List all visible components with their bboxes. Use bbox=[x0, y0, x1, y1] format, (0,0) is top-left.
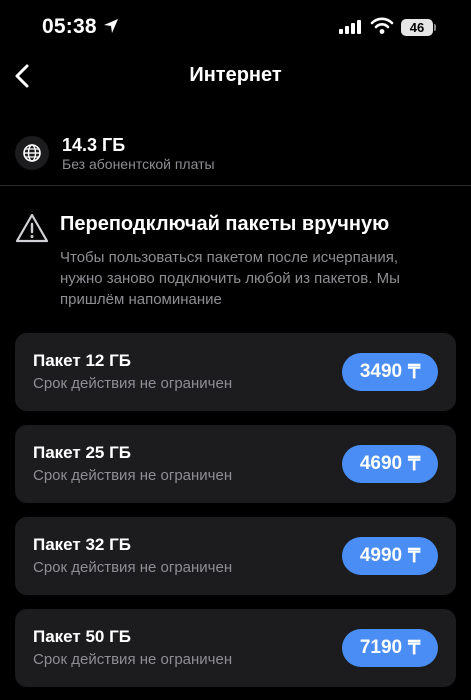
divider bbox=[0, 185, 471, 186]
price-value: 7190 bbox=[359, 637, 403, 658]
price-value: 4690 bbox=[359, 453, 403, 474]
plan-amount: 14.3 ГБ bbox=[62, 135, 126, 155]
package-title: Пакет 12 ГБ bbox=[33, 351, 131, 370]
package-subtitle: Срок действия не ограничен bbox=[33, 375, 233, 392]
price-button[interactable]: 4990 ₸ bbox=[342, 537, 438, 575]
plan-subtitle: Без абонентской платы bbox=[62, 156, 215, 172]
package-subtitle: Срок действия не ограничен bbox=[33, 467, 233, 484]
status-time: 05:38 bbox=[42, 15, 97, 38]
currency-symbol: ₸ bbox=[408, 545, 421, 567]
package-card-32gb[interactable]: Пакет 32 ГБ Срок действия не ограничен 4… bbox=[15, 517, 456, 595]
currency-symbol: ₸ bbox=[408, 361, 421, 383]
battery-indicator: 46 bbox=[401, 19, 433, 36]
price-value: 3490 bbox=[359, 361, 403, 382]
cellular-signal-icon bbox=[339, 20, 363, 40]
currency-symbol: ₸ bbox=[408, 453, 421, 475]
globe-icon bbox=[15, 136, 49, 170]
package-subtitle: Срок действия не ограничен bbox=[33, 651, 233, 668]
price-value: 4990 bbox=[359, 545, 403, 566]
price-button[interactable]: 3490 ₸ bbox=[342, 353, 438, 391]
plan-summary: 14.3 ГБ Без абонентской платы bbox=[0, 130, 471, 186]
package-card-12gb[interactable]: Пакет 12 ГБ Срок действия не ограничен 3… bbox=[15, 333, 456, 411]
page-title: Интернет bbox=[189, 64, 282, 86]
currency-symbol: ₸ bbox=[408, 637, 421, 659]
package-title: Пакет 32 ГБ bbox=[33, 535, 131, 554]
package-title: Пакет 25 ГБ bbox=[33, 443, 131, 462]
package-title: Пакет 50 ГБ bbox=[33, 627, 131, 646]
warning-triangle-icon bbox=[15, 212, 49, 249]
location-arrow-icon bbox=[103, 18, 119, 39]
price-button[interactable]: 4690 ₸ bbox=[342, 445, 438, 483]
price-button[interactable]: 7190 ₸ bbox=[342, 629, 438, 667]
notice-text: Чтобы пользоваться пакетом после исчерпа… bbox=[60, 249, 400, 308]
status-bar: 05:38 46 bbox=[0, 0, 471, 56]
nav-bar: Интернет bbox=[0, 56, 471, 96]
notice-title: Переподключай пакеты вручную bbox=[60, 213, 390, 235]
package-card-25gb[interactable]: Пакет 25 ГБ Срок действия не ограничен 4… bbox=[15, 425, 456, 503]
package-card-50gb[interactable]: Пакет 50 ГБ Срок действия не ограничен 7… bbox=[15, 609, 456, 687]
wifi-icon bbox=[370, 17, 394, 40]
package-subtitle: Срок действия не ограничен bbox=[33, 559, 233, 576]
battery-cap bbox=[434, 24, 436, 31]
